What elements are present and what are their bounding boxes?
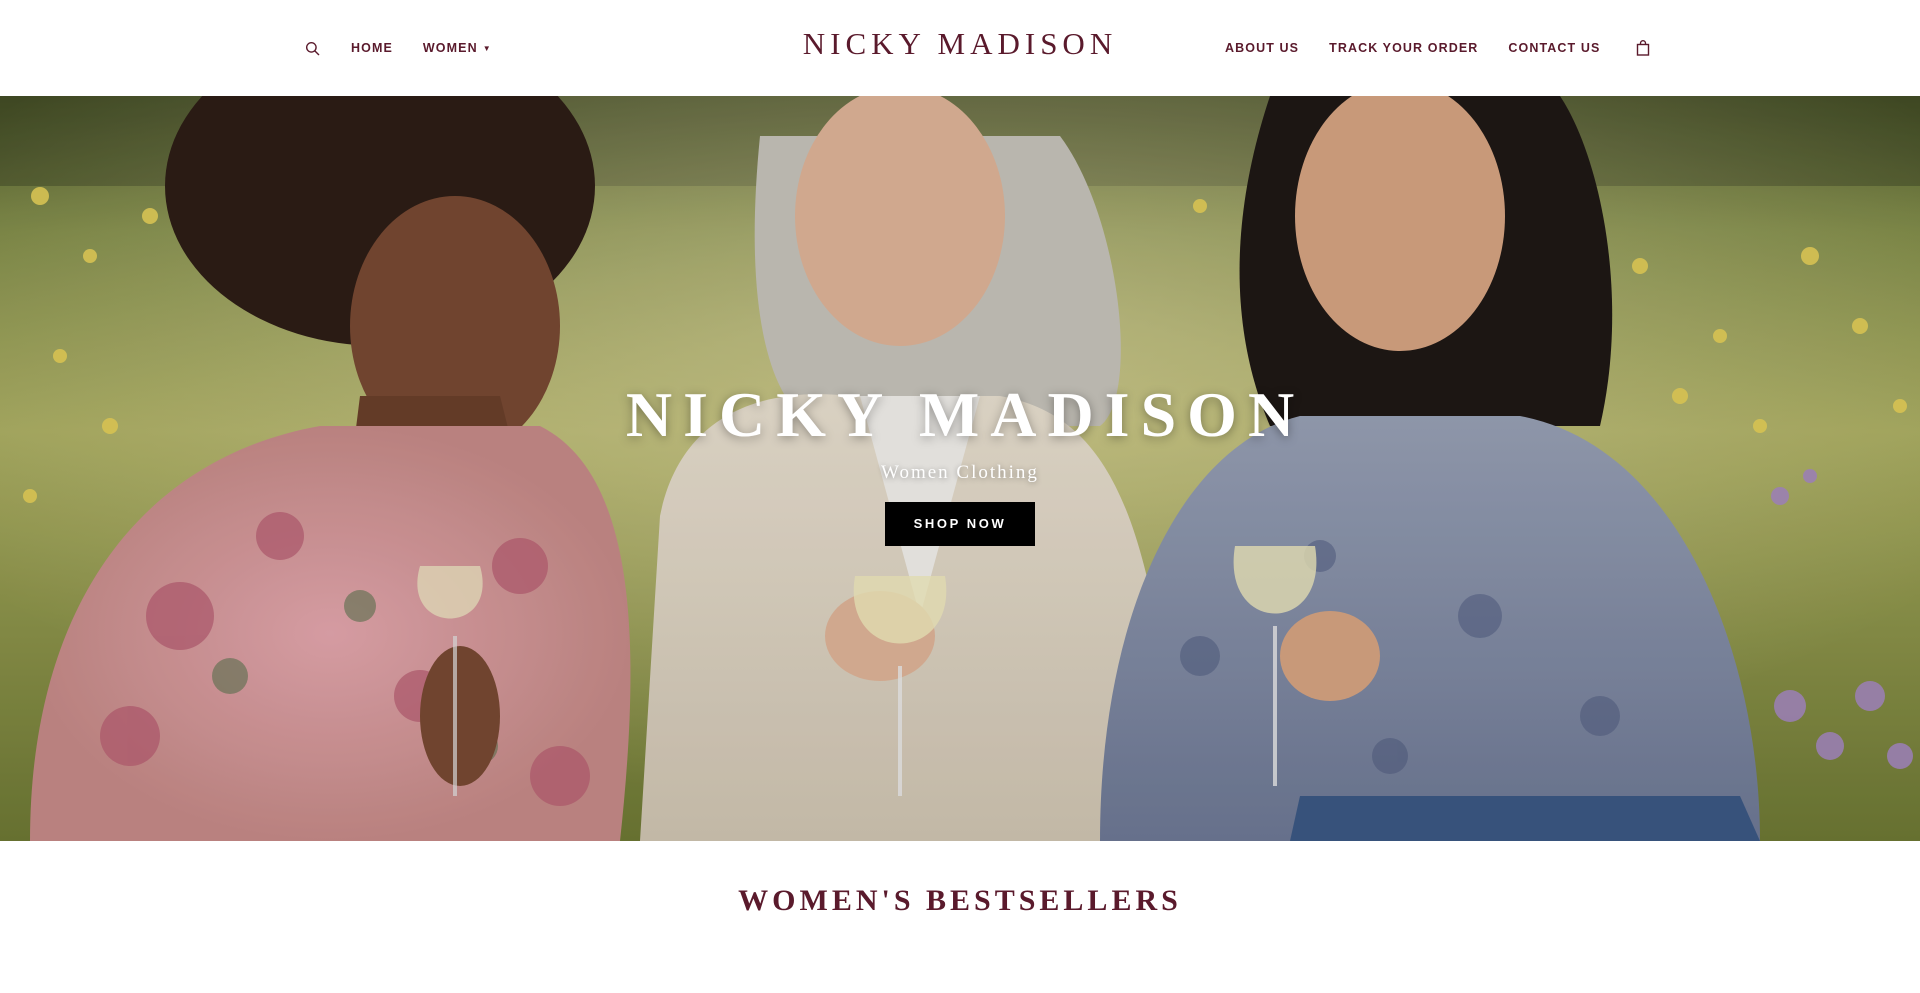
nav-track-order-link[interactable]: TRACK YOUR ORDER — [1329, 41, 1478, 55]
nav-left: HOME WOMEN ▼ — [303, 34, 522, 62]
cart-button[interactable] — [1633, 38, 1653, 58]
hero-title: NICKY MADISON — [625, 379, 1306, 450]
nav-contact-us-link[interactable]: CONTACT US — [1508, 41, 1600, 55]
search-button[interactable] — [303, 39, 321, 57]
shop-now-button[interactable]: SHOP NOW — [885, 502, 1035, 546]
hero-content: NICKY MADISON Women Clothing SHOP NOW — [0, 379, 1920, 546]
nav-women-label: WOMEN — [422, 41, 478, 55]
brand-logo-link[interactable]: NICKY MADISON — [803, 26, 1117, 61]
shopping-bag-icon — [1637, 40, 1650, 56]
hero-subtitle: Women Clothing — [881, 462, 1039, 483]
nav-women-dropdown[interactable]: WOMEN ▼ — [423, 41, 492, 55]
nav-right: ABOUT US TRACK YOUR ORDER CONTACT US — [1225, 34, 1653, 62]
nav-about-us-link[interactable]: ABOUT US — [1225, 41, 1299, 55]
bestsellers-heading: WOMEN'S BESTSELLERS — [738, 884, 1182, 917]
site-header: HOME WOMEN ▼ NICKY MADISON ABOUT US TRACK… — [0, 0, 1920, 96]
caret-down-icon: ▼ — [482, 44, 492, 53]
search-icon — [305, 41, 319, 55]
hero-banner: NICKY MADISON Women Clothing SHOP NOW — [0, 96, 1920, 841]
nav-home-link[interactable]: HOME — [351, 41, 393, 55]
